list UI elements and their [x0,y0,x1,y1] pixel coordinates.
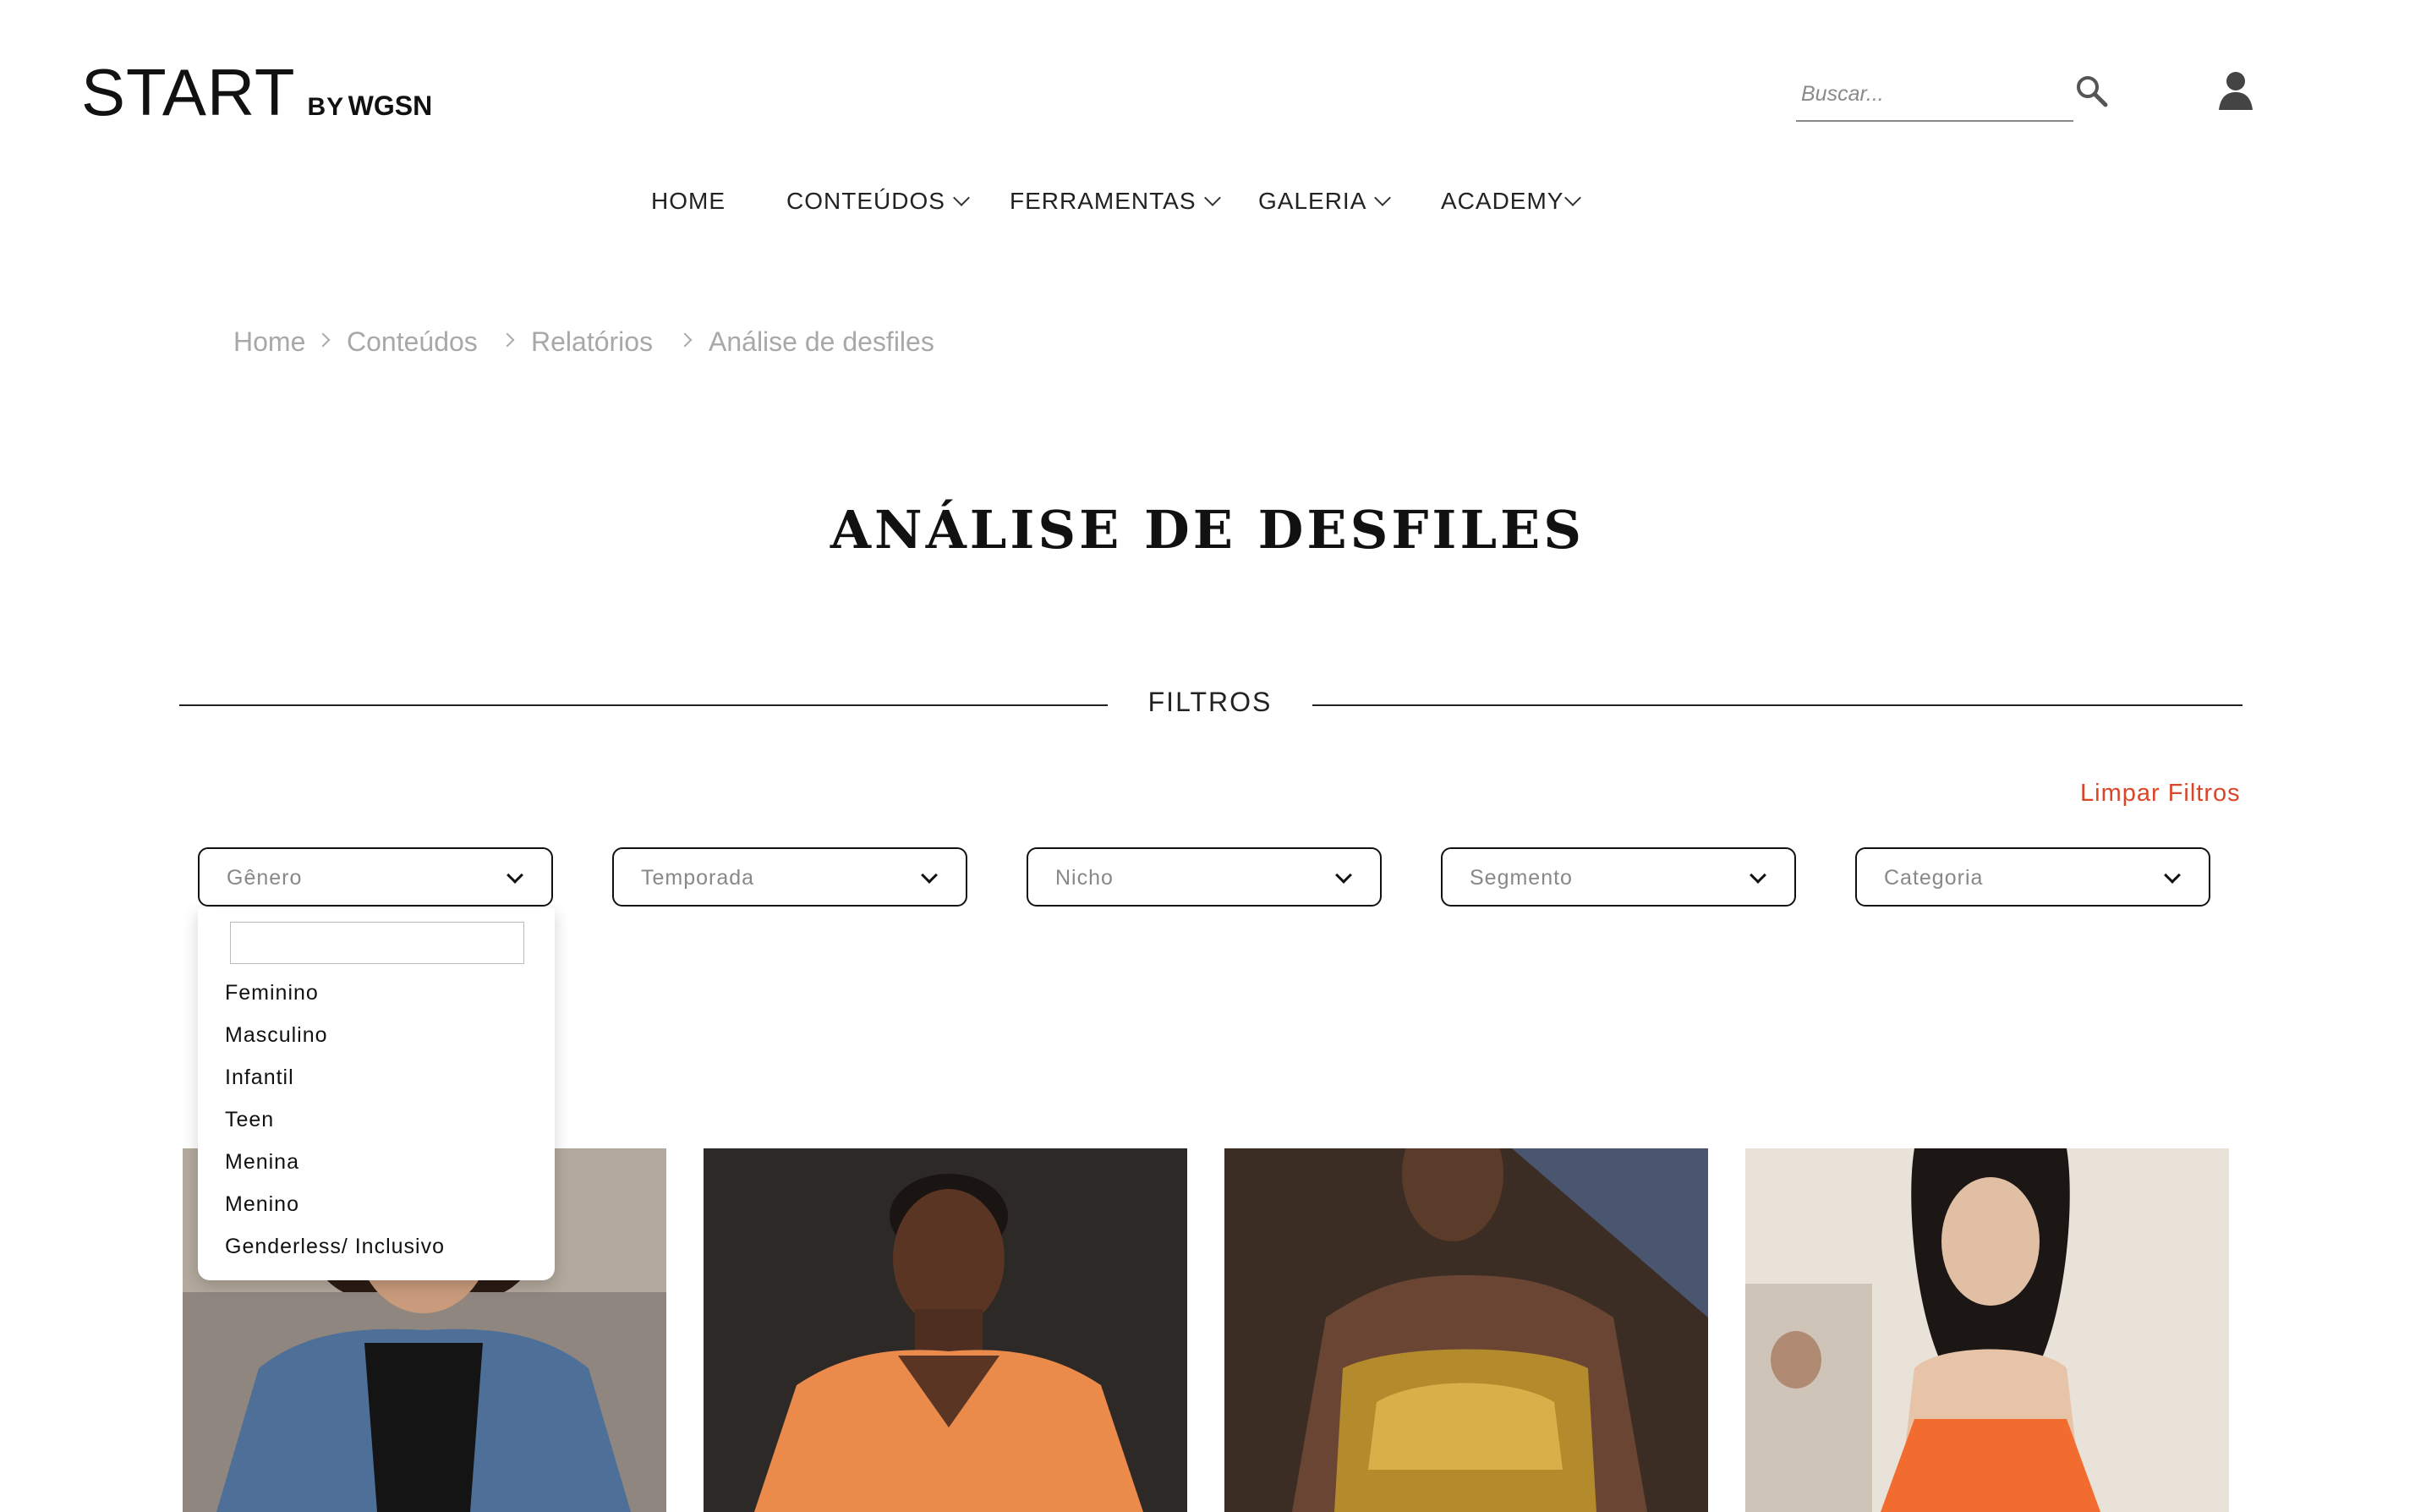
filter-temporada-select[interactable]: Temporada [612,847,967,907]
filter-genero-label: Gênero [227,866,303,890]
logo-by: BY [307,93,345,121]
genero-option-genderless[interactable]: Genderless/ Inclusivo [225,1235,445,1259]
nav-academy-label: ACADEMY [1441,188,1564,214]
filter-categoria-label: Categoria [1884,866,1984,890]
filter-temporada-label: Temporada [641,866,755,890]
chevron-down-icon [1750,867,1766,884]
runway-card-4[interactable] [1745,1148,2229,1512]
breadcrumb-relatorios[interactable]: Relatórios [531,326,653,358]
breadcrumb-home[interactable]: Home [233,326,305,358]
filters-heading: FILTROS [1147,687,1273,717]
chevron-down-icon [1374,189,1392,206]
chevron-down-icon [2164,867,2181,884]
search-icon[interactable] [2073,73,2111,110]
user-account-icon[interactable] [2215,69,2256,113]
runway-photo-orange-knit [704,1148,1187,1512]
genero-option-infantil[interactable]: Infantil [225,1066,294,1090]
genero-option-masculino[interactable]: Masculino [225,1023,328,1048]
nav-conteudos[interactable]: CONTEÚDOS [786,188,970,215]
chevron-right-icon [677,332,693,348]
logo-wgsn: WGSN [348,90,433,121]
page-title: ANÁLISE DE DESFILES [830,499,1585,561]
divider-left [179,704,1108,706]
filter-nicho-label: Nicho [1055,866,1114,890]
nav-ferramentas[interactable]: FERRAMENTAS [1010,188,1221,215]
genero-dropdown-panel: Feminino Masculino Infantil Teen Menina … [198,908,555,1280]
search-box [1796,66,2073,122]
nav-academy[interactable]: ACADEMY [1441,188,1582,215]
chevron-down-icon [953,189,970,206]
nav-galeria[interactable]: GALERIA [1258,188,1392,215]
chevron-right-icon [315,332,331,348]
chevron-down-icon [507,867,523,884]
filter-genero-select[interactable]: Gênero [198,847,553,907]
main-nav: HOME CONTEÚDOS FERRAMENTAS GALERIA ACADE… [0,188,2415,230]
genero-option-feminino[interactable]: Feminino [225,981,319,1005]
chevron-down-icon [1564,189,1582,206]
filter-nicho-select[interactable]: Nicho [1027,847,1382,907]
nav-home-label: HOME [651,188,726,214]
brand-logo[interactable]: START BY WGSN [81,54,432,130]
chevron-down-icon [1203,189,1221,206]
genero-option-teen[interactable]: Teen [225,1108,274,1132]
runway-card-2[interactable] [704,1148,1187,1512]
filter-segmento-label: Segmento [1470,866,1573,890]
chevron-right-icon [500,332,515,348]
runway-card-3[interactable] [1224,1148,1708,1512]
logo-start: START [81,55,296,129]
genero-option-menino[interactable]: Menino [225,1192,299,1217]
divider-right [1312,704,2242,706]
filter-categoria-select[interactable]: Categoria [1855,847,2210,907]
genero-option-menina[interactable]: Menina [225,1150,299,1175]
filter-segmento-select[interactable]: Segmento [1441,847,1796,907]
search-input[interactable] [1799,74,2056,113]
chevron-down-icon [921,867,938,884]
nav-conteudos-label: CONTEÚDOS [786,188,945,214]
genero-search-input[interactable] [230,922,524,964]
breadcrumb-conteudos[interactable]: Conteúdos [347,326,478,358]
nav-ferramentas-label: FERRAMENTAS [1010,188,1197,214]
breadcrumb-current: Análise de desfiles [709,326,934,357]
chevron-down-icon [1335,867,1352,884]
clear-filters-link[interactable]: Limpar Filtros [2080,780,2241,808]
nav-galeria-label: GALERIA [1258,188,1367,214]
runway-photo-orange-dress [1745,1148,2229,1512]
runway-photo-gold-bustier [1224,1148,1708,1512]
nav-home[interactable]: HOME [651,188,726,215]
